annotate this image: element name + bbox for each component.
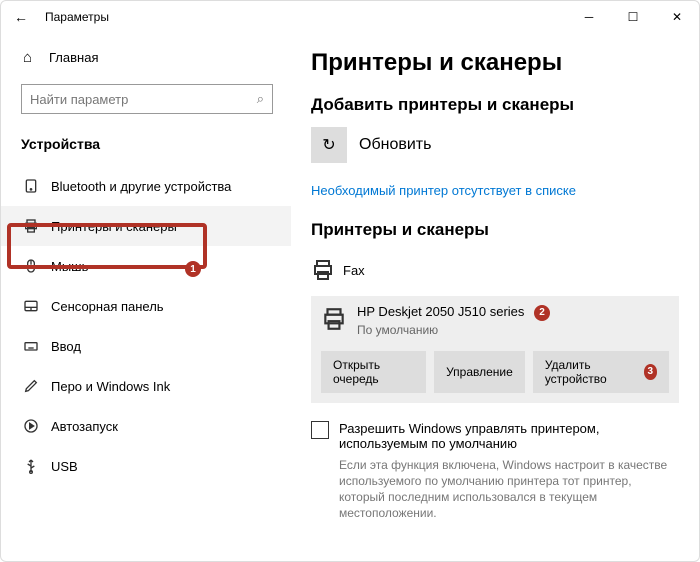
annotation-1: 1 [185, 261, 201, 277]
window-title: Параметры [35, 10, 567, 24]
manage-button[interactable]: Управление [434, 351, 525, 393]
sidebar-item-label: Автозапуск [51, 419, 118, 434]
default-printer-checkbox-row[interactable]: Разрешить Windows управлять принтером, и… [311, 421, 679, 451]
close-button[interactable]: ✕ [655, 1, 699, 33]
sidebar-item-usb[interactable]: USB [1, 446, 291, 486]
remove-device-button[interactable]: Удалить устройство 3 [533, 351, 669, 393]
sidebar-item-bluetooth[interactable]: Bluetooth и другие устройства [1, 166, 291, 206]
sidebar-item-touchpad[interactable]: Сенсорная панель [1, 286, 291, 326]
sidebar-item-typing[interactable]: Ввод [1, 326, 291, 366]
default-printer-label: Разрешить Windows управлять принтером, и… [339, 421, 679, 451]
sidebar-item-label: Перо и Windows Ink [51, 379, 170, 394]
keyboard-icon [23, 338, 51, 354]
selected-printer[interactable]: HP Deskjet 2050 J510 series 2 По умолчан… [311, 296, 679, 403]
sidebar-item-label: Bluetooth и другие устройства [51, 179, 231, 194]
home-icon: ⌂ [23, 49, 49, 66]
search-placeholder: Найти параметр [30, 92, 128, 107]
printer-row-fax[interactable]: Fax [311, 252, 679, 288]
open-queue-button[interactable]: Открыть очередь [321, 351, 426, 393]
sidebar-item-label: Сенсорная панель [51, 299, 164, 314]
search-input[interactable]: Найти параметр ⌕ [21, 84, 273, 114]
pen-icon [23, 378, 51, 394]
usb-icon [23, 458, 51, 474]
printer-icon [311, 258, 343, 282]
search-icon: ⌕ [257, 91, 264, 107]
mouse-icon [23, 258, 51, 274]
touchpad-icon [23, 298, 51, 314]
refresh-label: Обновить [359, 136, 431, 154]
add-heading: Добавить принтеры и сканеры [311, 95, 679, 115]
minimize-button[interactable]: ─ [567, 1, 611, 33]
printer-name: Fax [343, 263, 365, 278]
sidebar-item-label: Мышь [51, 259, 88, 274]
bluetooth-icon [23, 178, 51, 194]
page-title: Принтеры и сканеры [311, 49, 679, 77]
annotation-3: 3 [644, 364, 657, 380]
titlebar: ← Параметры ─ ☐ ✕ [1, 1, 699, 33]
maximize-button[interactable]: ☐ [611, 1, 655, 33]
sidebar-item-mouse[interactable]: Мышь [1, 246, 291, 286]
sidebar-item-autoplay[interactable]: Автозапуск [1, 406, 291, 446]
sidebar: ⌂ Главная Найти параметр ⌕ Устройства Bl… [1, 33, 291, 561]
autoplay-icon [23, 418, 51, 434]
back-button[interactable]: ← [7, 9, 35, 25]
sidebar-item-label: USB [51, 459, 78, 474]
sidebar-item-label: Ввод [51, 339, 81, 354]
selected-printer-name: HP Deskjet 2050 J510 series [357, 304, 524, 319]
sidebar-item-printers[interactable]: Принтеры и сканеры [1, 206, 291, 246]
main-content: Принтеры и сканеры Добавить принтеры и с… [291, 33, 699, 561]
sidebar-home[interactable]: ⌂ Главная [1, 41, 291, 74]
sidebar-section-label: Устройства [1, 128, 291, 166]
list-heading: Принтеры и сканеры [311, 220, 679, 240]
default-printer-help: Если эта функция включена, Windows настр… [339, 457, 679, 522]
sidebar-item-label: Принтеры и сканеры [51, 219, 177, 234]
sidebar-item-pen[interactable]: Перо и Windows Ink [1, 366, 291, 406]
printer-icon [23, 218, 51, 234]
selected-printer-status: По умолчанию [357, 323, 550, 337]
printer-icon [321, 304, 357, 332]
annotation-2: 2 [534, 305, 550, 321]
checkbox[interactable] [311, 421, 329, 439]
printer-not-listed-link[interactable]: Необходимый принтер отсутствует в списке [311, 183, 679, 198]
sidebar-home-label: Главная [49, 50, 98, 65]
refresh-button[interactable]: ↻ [311, 127, 347, 163]
